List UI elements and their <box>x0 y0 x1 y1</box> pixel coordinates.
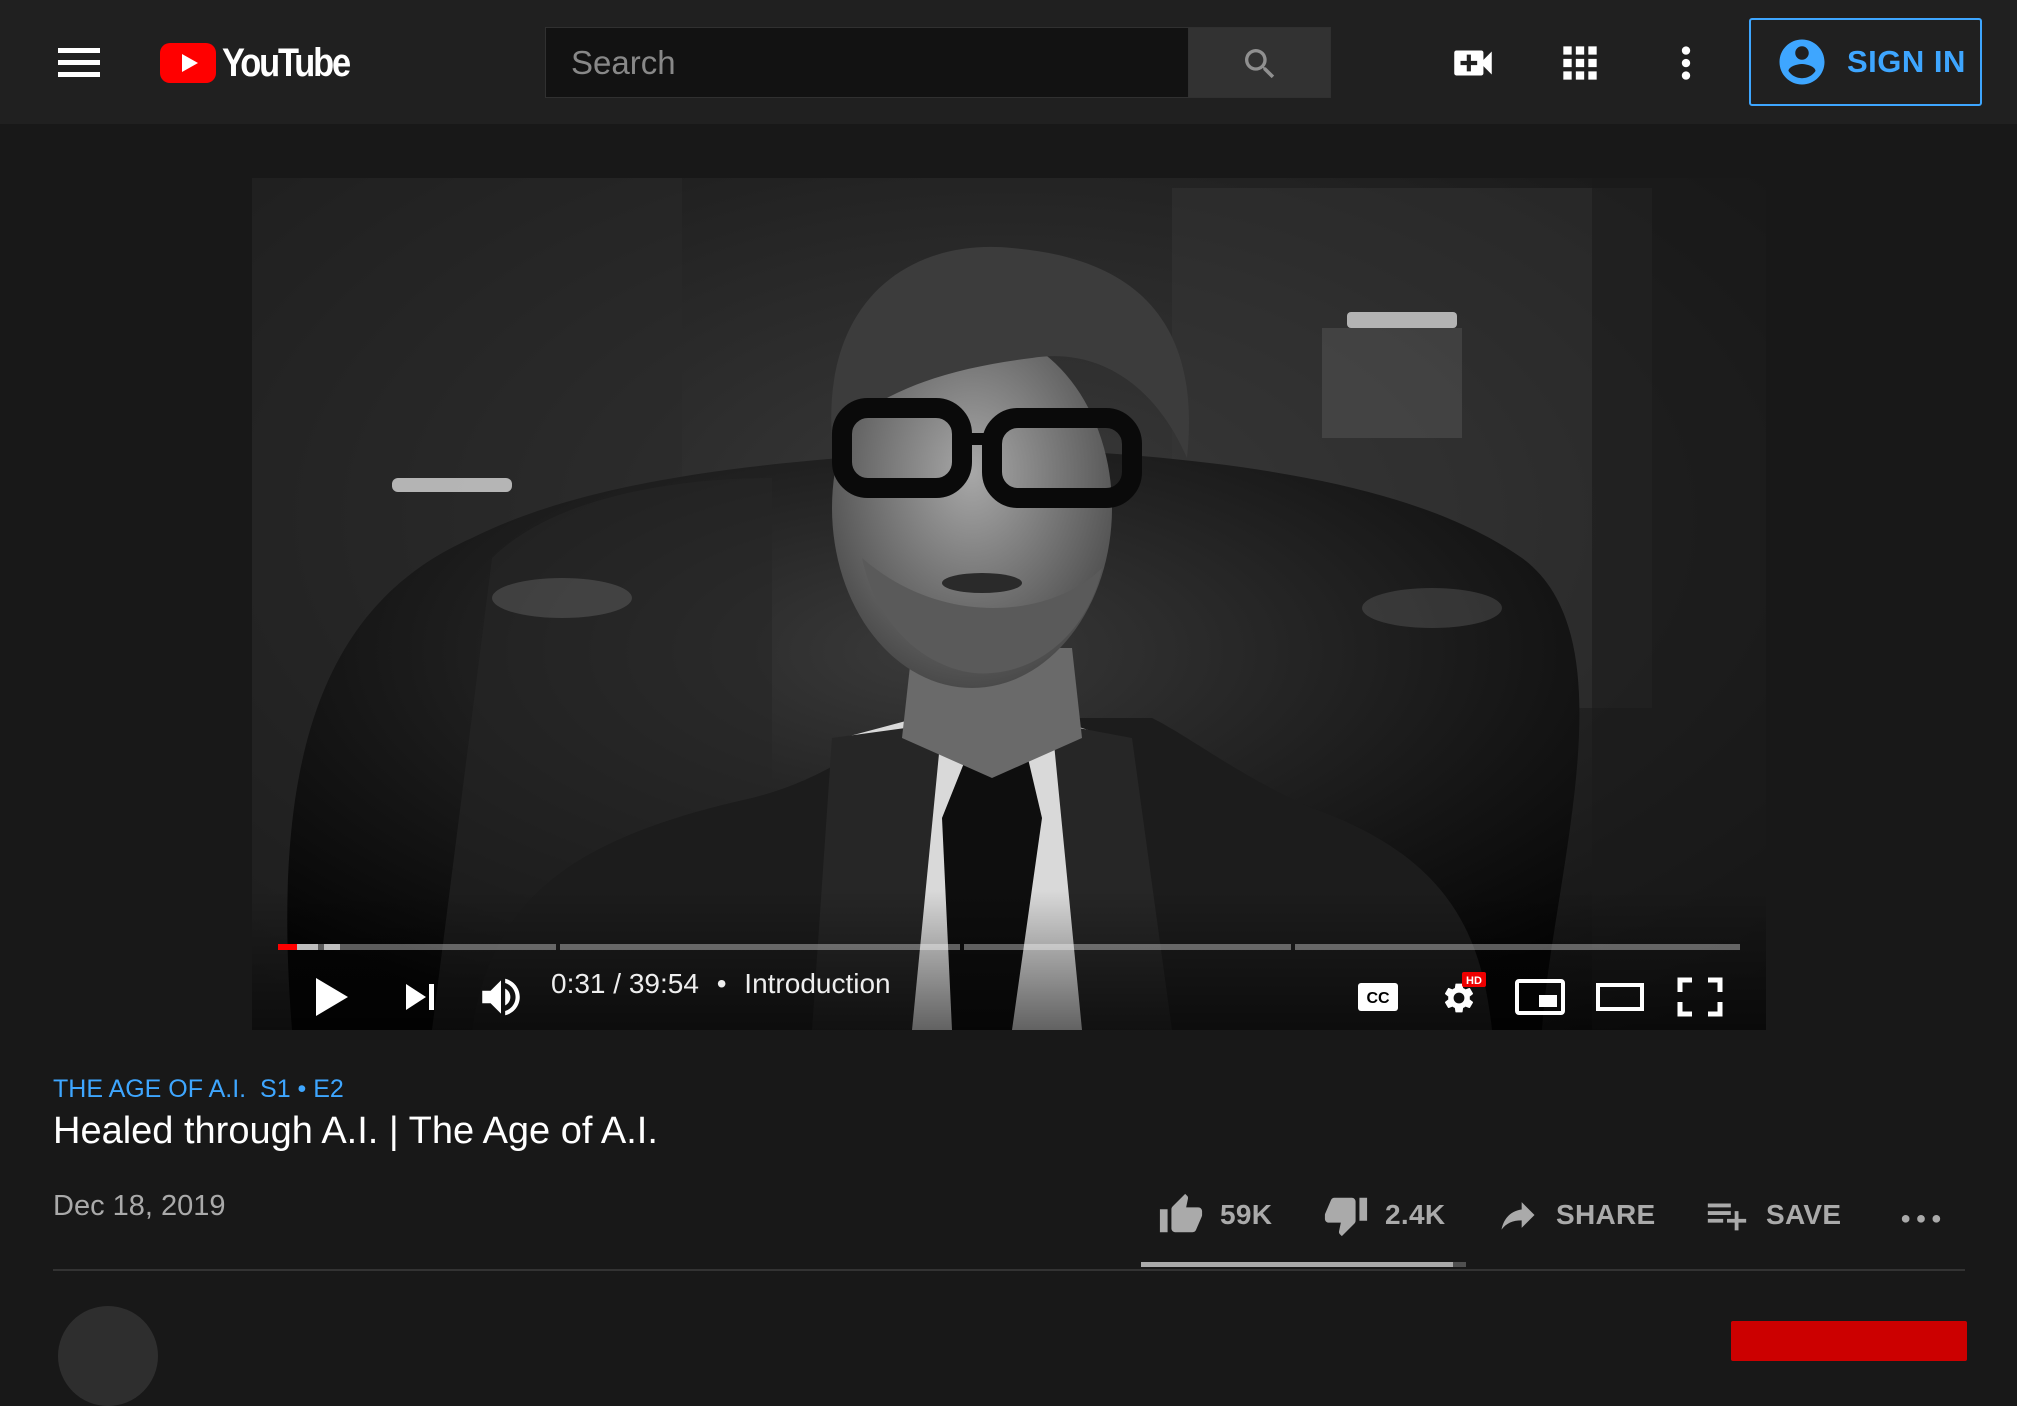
chapter-segment <box>278 944 556 950</box>
search-icon <box>1245 49 1275 79</box>
more-actions-icon[interactable] <box>1898 1190 1944 1240</box>
chapter-segment <box>964 944 1291 950</box>
chapter-title[interactable]: Introduction <box>744 968 890 999</box>
miniplayer-icon[interactable] <box>1514 970 1566 1024</box>
fullscreen-icon[interactable] <box>1676 970 1724 1024</box>
video-player[interactable]: 0:31 / 39:54 • Introduction CC HD <box>252 178 1766 1030</box>
chapter-separator: • <box>716 968 727 999</box>
video-title: Healed through A.I. | The Age of A.I. <box>53 1110 658 1152</box>
sentiment-bar <box>1141 1262 1466 1267</box>
channel-avatar[interactable] <box>58 1306 158 1406</box>
apps-icon[interactable] <box>1555 38 1605 88</box>
create-video-icon[interactable] <box>1448 38 1498 88</box>
more-vert-icon[interactable] <box>1661 38 1711 88</box>
save-button[interactable]: SAVE <box>1704 1190 1841 1240</box>
chapter-segment <box>560 944 960 950</box>
like-ratio-fill <box>1141 1262 1453 1267</box>
cc-label: CC <box>1366 990 1390 1007</box>
dislike-count: 2.4K <box>1385 1199 1446 1230</box>
search-input[interactable] <box>546 28 1188 97</box>
thumbs-up-icon <box>1159 1193 1203 1233</box>
hd-badge: HD <box>1466 975 1482 987</box>
sign-in-button[interactable]: SIGN IN <box>1749 18 1982 106</box>
captions-icon[interactable]: CC <box>1356 970 1400 1024</box>
subscribe-button[interactable] <box>1731 1321 1967 1361</box>
theater-mode-icon[interactable] <box>1594 970 1646 1024</box>
series-name[interactable]: THE AGE OF A.I. <box>53 1075 246 1103</box>
youtube-logo[interactable]: YouTube <box>160 40 370 86</box>
thumbs-down-icon <box>1324 1197 1368 1237</box>
like-count: 59K <box>1220 1199 1273 1230</box>
divider <box>53 1269 1965 1271</box>
volume-icon[interactable] <box>476 970 526 1024</box>
played-bar <box>278 944 297 950</box>
dislike-button[interactable]: 2.4K <box>1323 1190 1445 1240</box>
sign-in-label: SIGN IN <box>1847 44 1966 79</box>
upload-date: Dec 18, 2019 <box>53 1190 226 1222</box>
duration: 39:54 <box>628 968 699 999</box>
youtube-play-logo-icon <box>160 43 216 83</box>
search-button[interactable] <box>1188 27 1331 98</box>
series-link: THE AGE OF A.I. S1 • E2 <box>53 1075 344 1104</box>
time-separator: / <box>613 968 622 999</box>
share-label: SHARE <box>1556 1199 1656 1230</box>
episode-label[interactable]: S1 • E2 <box>260 1075 344 1103</box>
search-box <box>545 27 1188 98</box>
like-button[interactable]: 59K <box>1158 1190 1272 1240</box>
masthead: YouTube SIGN IN <box>0 0 2017 124</box>
progress-bar[interactable] <box>278 944 1740 950</box>
save-label: SAVE <box>1766 1199 1842 1230</box>
settings-icon[interactable]: HD <box>1438 970 1488 1024</box>
logo-text: YouTube <box>222 40 351 85</box>
play-icon[interactable] <box>310 970 354 1024</box>
buffer-bar <box>324 944 340 950</box>
current-time: 0:31 <box>551 968 606 999</box>
account-circle-icon <box>1779 39 1825 85</box>
share-button[interactable]: SHARE <box>1496 1190 1656 1240</box>
chapter-segment <box>1295 944 1740 950</box>
next-icon[interactable] <box>402 970 442 1024</box>
playlist-add-icon <box>1707 1203 1747 1231</box>
time-display: 0:31 / 39:54 • Introduction <box>551 968 891 1000</box>
menu-icon[interactable] <box>52 42 108 82</box>
share-icon <box>1501 1202 1535 1230</box>
